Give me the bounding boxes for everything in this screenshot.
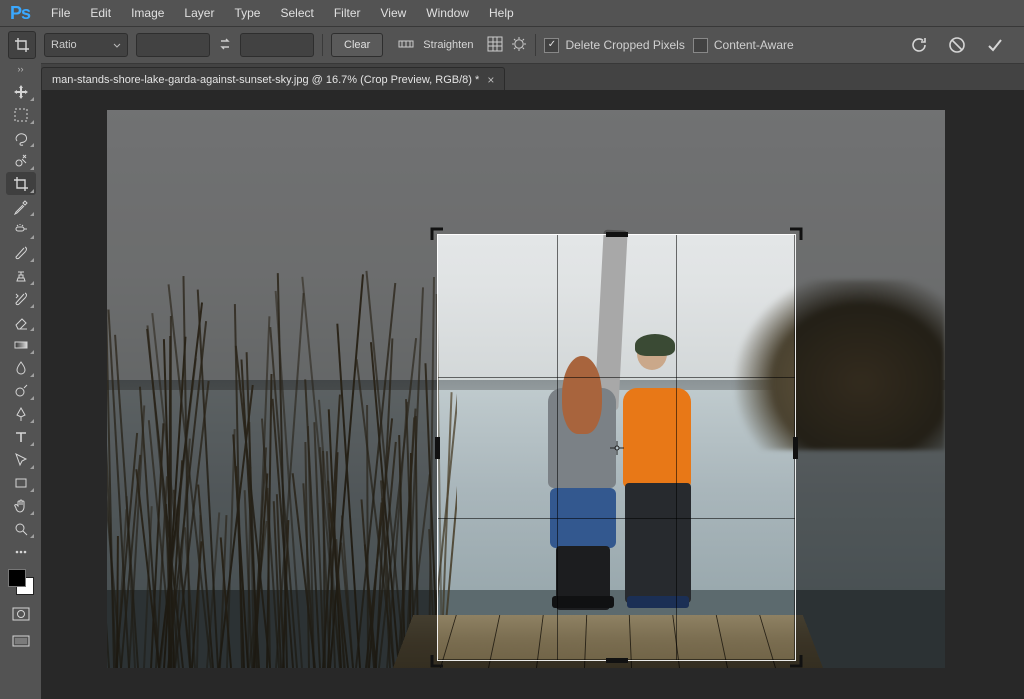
swap-dimensions-icon[interactable]: [218, 37, 232, 54]
document-tab[interactable]: man-stands-shore-lake-garda-against-suns…: [41, 67, 505, 92]
eyedropper-tool[interactable]: [6, 195, 36, 218]
fg-bg-swatch[interactable]: [8, 569, 34, 595]
crop-grid-line: [676, 235, 677, 660]
path-selection-tool[interactable]: [6, 448, 36, 471]
eraser-tool[interactable]: [6, 310, 36, 333]
straighten-label[interactable]: Straighten: [423, 39, 473, 51]
crop-grid-line: [438, 377, 795, 378]
options-bar: Ratio Clear Straighten Delete Cropped Pi…: [0, 26, 1024, 64]
cancel-crop-icon[interactable]: [946, 34, 968, 56]
app-logo: Ps: [6, 3, 40, 24]
history-brush-tool[interactable]: [6, 287, 36, 310]
clone-stamp-tool[interactable]: [6, 264, 36, 287]
divider: [535, 34, 536, 56]
menu-select[interactable]: Select: [271, 2, 322, 24]
crop-center-icon[interactable]: [610, 441, 624, 455]
hand-tool[interactable]: [6, 494, 36, 517]
content-aware-label: Content-Aware: [714, 38, 794, 52]
crop-handle-w[interactable]: [435, 437, 440, 459]
crop-settings-icon[interactable]: [511, 36, 527, 55]
menu-layer[interactable]: Layer: [175, 2, 223, 24]
crop-handle-ne[interactable]: [789, 227, 803, 241]
clear-button[interactable]: Clear: [331, 33, 383, 57]
brush-tool[interactable]: [6, 241, 36, 264]
rectangle-tool[interactable]: [6, 471, 36, 494]
menu-bar: Ps File Edit Image Layer Type Select Fil…: [0, 0, 1024, 26]
crop-handle-n[interactable]: [606, 232, 628, 237]
divider: [322, 34, 323, 56]
document-tab-bar: man-stands-shore-lake-garda-against-suns…: [0, 64, 1024, 93]
crop-tool[interactable]: [6, 172, 36, 195]
delete-cropped-checkbox[interactable]: Delete Cropped Pixels: [544, 38, 684, 53]
crop-box[interactable]: [437, 234, 796, 661]
crop-handle-sw[interactable]: [430, 654, 444, 668]
type-tool[interactable]: [6, 425, 36, 448]
workspace: [41, 90, 1024, 699]
foreground-color-swatch[interactable]: [8, 569, 26, 587]
checkbox-icon: [544, 38, 559, 53]
spot-healing-brush-tool[interactable]: [6, 218, 36, 241]
commit-actions: [908, 27, 1006, 63]
dodge-tool[interactable]: [6, 379, 36, 402]
menu-type[interactable]: Type: [225, 2, 269, 24]
menu-help[interactable]: Help: [480, 2, 523, 24]
screen-mode-icon[interactable]: [10, 631, 32, 653]
close-tab-icon[interactable]: ×: [487, 73, 494, 87]
pen-tool[interactable]: [6, 402, 36, 425]
quick-mask-icon[interactable]: [10, 603, 32, 625]
straighten-icon[interactable]: [397, 36, 415, 55]
crop-width-input[interactable]: [136, 33, 210, 57]
rectangular-marquee-tool[interactable]: [6, 103, 36, 126]
menu-view[interactable]: View: [372, 2, 416, 24]
tools-panel: [0, 76, 41, 699]
crop-height-input[interactable]: [240, 33, 314, 57]
crop-grid-line: [438, 518, 795, 519]
move-tool[interactable]: [6, 80, 36, 103]
menu-image[interactable]: Image: [122, 2, 173, 24]
crop-grid-line: [557, 235, 558, 660]
crop-tool-indicator-icon[interactable]: [8, 31, 36, 59]
quick-selection-tool[interactable]: [6, 149, 36, 172]
document-tab-title: man-stands-shore-lake-garda-against-suns…: [52, 74, 479, 86]
reset-crop-icon[interactable]: [908, 34, 930, 56]
menu-window[interactable]: Window: [417, 2, 478, 24]
overlay-options-icon[interactable]: [487, 36, 503, 55]
delete-cropped-label: Delete Cropped Pixels: [565, 38, 684, 52]
zoom-tool[interactable]: [6, 517, 36, 540]
menu-edit[interactable]: Edit: [81, 2, 120, 24]
crop-handle-s[interactable]: [606, 658, 628, 663]
crop-handle-e[interactable]: [793, 437, 798, 459]
document-canvas[interactable]: [107, 110, 945, 668]
commit-crop-icon[interactable]: [984, 34, 1006, 56]
checkbox-icon: [693, 38, 708, 53]
toolbox-collapse-icon[interactable]: ››: [0, 62, 41, 76]
lasso-tool[interactable]: [6, 126, 36, 149]
content-aware-checkbox[interactable]: Content-Aware: [693, 38, 794, 53]
aspect-ratio-label: Ratio: [51, 39, 77, 51]
aspect-ratio-select[interactable]: Ratio: [44, 33, 128, 57]
toolbox-column: ››: [0, 62, 41, 699]
crop-handle-se[interactable]: [789, 654, 803, 668]
menu-filter[interactable]: Filter: [325, 2, 370, 24]
edit-toolbar-icon[interactable]: [6, 540, 36, 563]
chevron-down-icon: [113, 41, 121, 53]
gradient-tool[interactable]: [6, 333, 36, 356]
crop-handle-nw[interactable]: [430, 227, 444, 241]
menu-file[interactable]: File: [42, 2, 79, 24]
blur-tool[interactable]: [6, 356, 36, 379]
